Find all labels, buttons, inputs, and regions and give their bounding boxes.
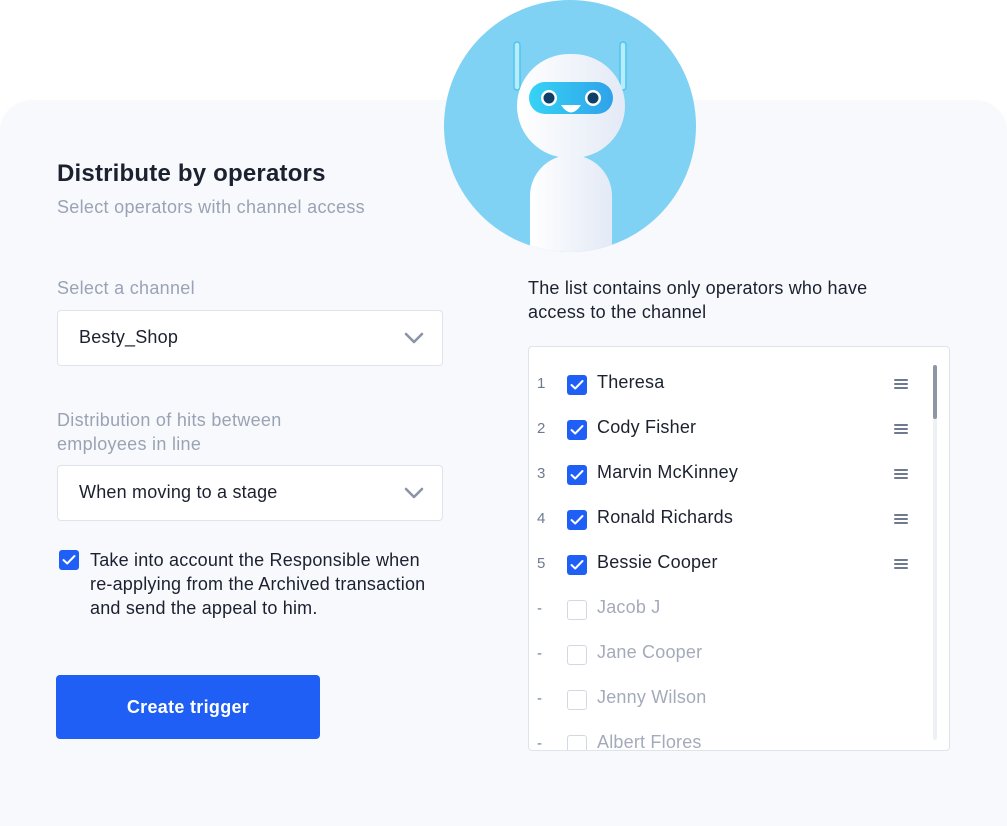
list-item[interactable]: - Albert Flores [529, 732, 929, 751]
distribution-label-line2: employees in line [57, 434, 202, 454]
operator-checkbox[interactable] [567, 735, 587, 750]
list-item[interactable]: 4 Ronald Richards [529, 507, 929, 555]
list-item-number: 1 [537, 375, 546, 392]
list-item[interactable]: - Jane Cooper [529, 642, 929, 690]
operator-name: Jane Cooper [597, 642, 703, 662]
list-item-number: - [537, 645, 542, 662]
responsible-option-text: Take into account the Responsible when r… [90, 548, 490, 620]
operators-list-note: The list contains only operators who hav… [528, 276, 948, 324]
operator-name: Jenny Wilson [597, 687, 707, 707]
chevron-down-icon [404, 487, 424, 499]
operator-name: Bessie Cooper [597, 552, 718, 572]
drag-handle-icon[interactable] [894, 557, 908, 569]
operator-name: Theresa [597, 372, 665, 392]
list-item-number: 2 [537, 420, 546, 437]
operator-checkbox[interactable] [567, 555, 587, 575]
page-title: Distribute by operators [57, 160, 326, 187]
list-item-number: 3 [537, 465, 546, 482]
responsible-line1: Take into account the Responsible when [90, 550, 420, 570]
drag-handle-icon[interactable] [894, 422, 908, 434]
checkmark-icon [570, 380, 584, 390]
channel-label: Select a channel [57, 278, 195, 298]
checkmark-icon [570, 560, 584, 570]
chevron-down-icon [404, 332, 424, 344]
list-item[interactable]: 2 Cody Fisher [529, 417, 929, 465]
operator-name: Jacob J [597, 597, 661, 617]
operator-checkbox[interactable] [567, 690, 587, 710]
responsible-checkbox[interactable] [59, 550, 79, 570]
drag-handle-icon[interactable] [894, 467, 908, 479]
operator-checkbox[interactable] [567, 510, 587, 530]
drag-handle-icon[interactable] [894, 512, 908, 524]
list-item-number: 5 [537, 555, 546, 572]
operator-name: Cody Fisher [597, 417, 697, 437]
checkmark-icon [570, 515, 584, 525]
checkmark-icon [62, 555, 76, 565]
responsible-line2: re-applying from the Archived transactio… [90, 574, 426, 594]
list-item[interactable]: - Jenny Wilson [529, 687, 929, 735]
scrollbar-thumb[interactable] [933, 365, 937, 419]
checkmark-icon [570, 470, 584, 480]
list-item-number: - [537, 690, 542, 707]
operator-checkbox[interactable] [567, 600, 587, 620]
list-item[interactable]: 3 Marvin McKinney [529, 462, 929, 510]
robot-mascot [444, 0, 696, 252]
scrollbar-track[interactable] [933, 365, 937, 740]
operator-checkbox[interactable] [567, 375, 587, 395]
operators-list-note-line2: access to the channel [528, 302, 707, 322]
list-item-number: - [537, 735, 542, 751]
distribution-label: Distribution of hits between employees i… [57, 408, 282, 456]
operator-checkbox[interactable] [567, 465, 587, 485]
page-subtitle: Select operators with channel access [57, 197, 365, 217]
operators-list[interactable]: 1 Theresa 2 Cody Fisher 3 Marvin McKinney 4 Ron… [528, 346, 950, 751]
responsible-line3: and send the appeal to him. [90, 598, 318, 618]
operator-name: Marvin McKinney [597, 462, 739, 482]
channel-select-value: Besty_Shop [79, 327, 179, 347]
list-item[interactable]: 5 Bessie Cooper [529, 552, 929, 600]
list-item[interactable]: 1 Theresa [529, 372, 929, 420]
distribution-label-line1: Distribution of hits between [57, 410, 282, 430]
operator-name: Ronald Richards [597, 507, 734, 527]
distribution-select-value: When moving to a stage [79, 482, 278, 502]
list-item-number: 4 [537, 510, 546, 527]
checkmark-icon [570, 425, 584, 435]
drag-handle-icon[interactable] [894, 377, 908, 389]
robot-illustration [513, 41, 627, 252]
create-trigger-button[interactable]: Create trigger [56, 675, 320, 739]
list-item-number: - [537, 600, 542, 617]
operator-name: Albert Flores [597, 732, 702, 751]
distribution-select[interactable]: When moving to a stage [57, 465, 443, 521]
operator-checkbox[interactable] [567, 645, 587, 665]
channel-select[interactable]: Besty_Shop [57, 310, 443, 366]
operator-checkbox[interactable] [567, 420, 587, 440]
operators-list-note-line1: The list contains only operators who hav… [528, 278, 868, 298]
list-item[interactable]: - Jacob J [529, 597, 929, 645]
